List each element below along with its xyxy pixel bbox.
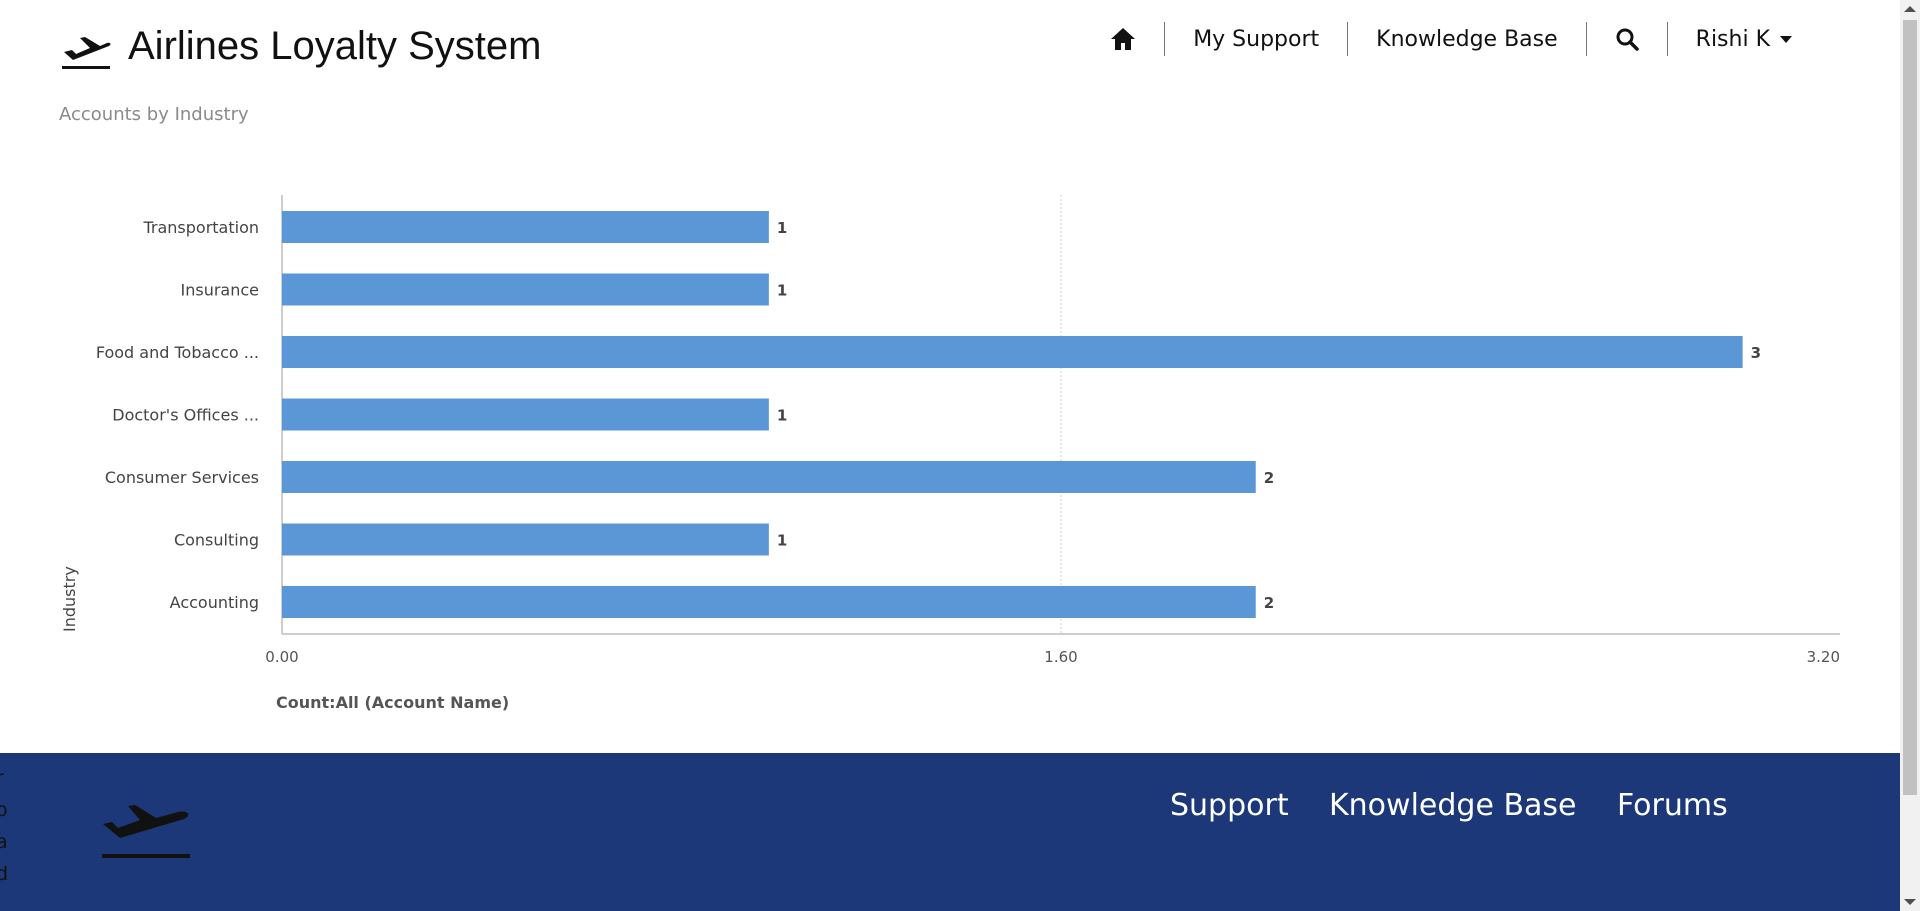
search-button[interactable]	[1587, 18, 1667, 60]
data-label: 2	[1264, 469, 1274, 487]
site-footer: Support Knowledge Base Forums	[0, 753, 1900, 911]
footer-link-forums[interactable]: Forums	[1617, 788, 1728, 823]
chart-bar	[282, 336, 1743, 368]
user-name: Rishi K	[1695, 26, 1770, 52]
footer-link-support[interactable]: Support	[1170, 788, 1289, 823]
search-icon	[1616, 28, 1639, 51]
x-axis-title: Count:All (Account Name)	[276, 693, 509, 712]
clipped-text-line: o	[0, 799, 8, 821]
data-label: 2	[1264, 594, 1274, 612]
chart-title: Accounts by Industry	[59, 104, 249, 125]
site-header: Airlines Loyalty System My Support Knowl…	[0, 0, 1900, 100]
user-menu[interactable]: Rishi K	[1668, 18, 1820, 60]
chart-bar	[282, 523, 769, 556]
clipped-side-text: r o a d	[0, 762, 8, 890]
chevron-down-icon	[1780, 35, 1792, 43]
accounts-by-industry-chart: Transportation 1 Insurance 1 Food and Tobacc…	[60, 195, 1840, 712]
category-label: Consulting	[174, 531, 259, 550]
clipped-text-line: d	[0, 863, 8, 885]
chart-bar	[282, 211, 769, 243]
x-tick-label: 3.20	[1807, 648, 1840, 666]
chart-bar	[282, 273, 769, 306]
airplane-footer-icon[interactable]	[100, 798, 192, 860]
top-nav: My Support Knowledge Base Rishi K	[1082, 18, 1820, 60]
nav-my-support[interactable]: My Support	[1165, 18, 1347, 60]
data-label: 1	[777, 219, 787, 237]
page-scrollbar[interactable]	[1900, 0, 1920, 911]
data-label: 3	[1751, 344, 1761, 362]
footer-link-knowledge-base[interactable]: Knowledge Base	[1329, 788, 1577, 823]
data-label: 1	[777, 532, 787, 550]
data-label: 1	[777, 282, 787, 300]
scroll-up-icon[interactable]	[1904, 6, 1916, 12]
nav-knowledge-base[interactable]: Knowledge Base	[1348, 18, 1586, 60]
chart-bar	[282, 398, 769, 431]
category-label: Insurance	[181, 281, 260, 300]
clipped-text-line: a	[0, 831, 8, 853]
category-label: Doctor's Offices ...	[112, 406, 259, 425]
category-label: Consumer Services	[105, 468, 259, 487]
x-tick-label: 1.60	[1044, 648, 1077, 666]
home-button[interactable]	[1082, 18, 1164, 60]
category-label: Accounting	[170, 593, 259, 612]
chart-bar	[282, 461, 1256, 493]
scroll-thumb[interactable]	[1903, 20, 1917, 795]
clipped-text-line: r	[0, 762, 8, 794]
category-label: Food and Tobacco ...	[96, 343, 259, 362]
home-icon	[1111, 28, 1136, 50]
x-tick-label: 0.00	[265, 648, 298, 666]
chart-bar	[282, 586, 1256, 618]
app-title[interactable]: Airlines Loyalty System	[128, 24, 541, 69]
scroll-down-icon[interactable]	[1904, 899, 1916, 905]
airplane-logo-icon[interactable]	[60, 30, 112, 72]
data-label: 1	[777, 407, 787, 425]
category-label: Transportation	[142, 218, 259, 237]
y-axis-title: Industry	[60, 566, 79, 632]
